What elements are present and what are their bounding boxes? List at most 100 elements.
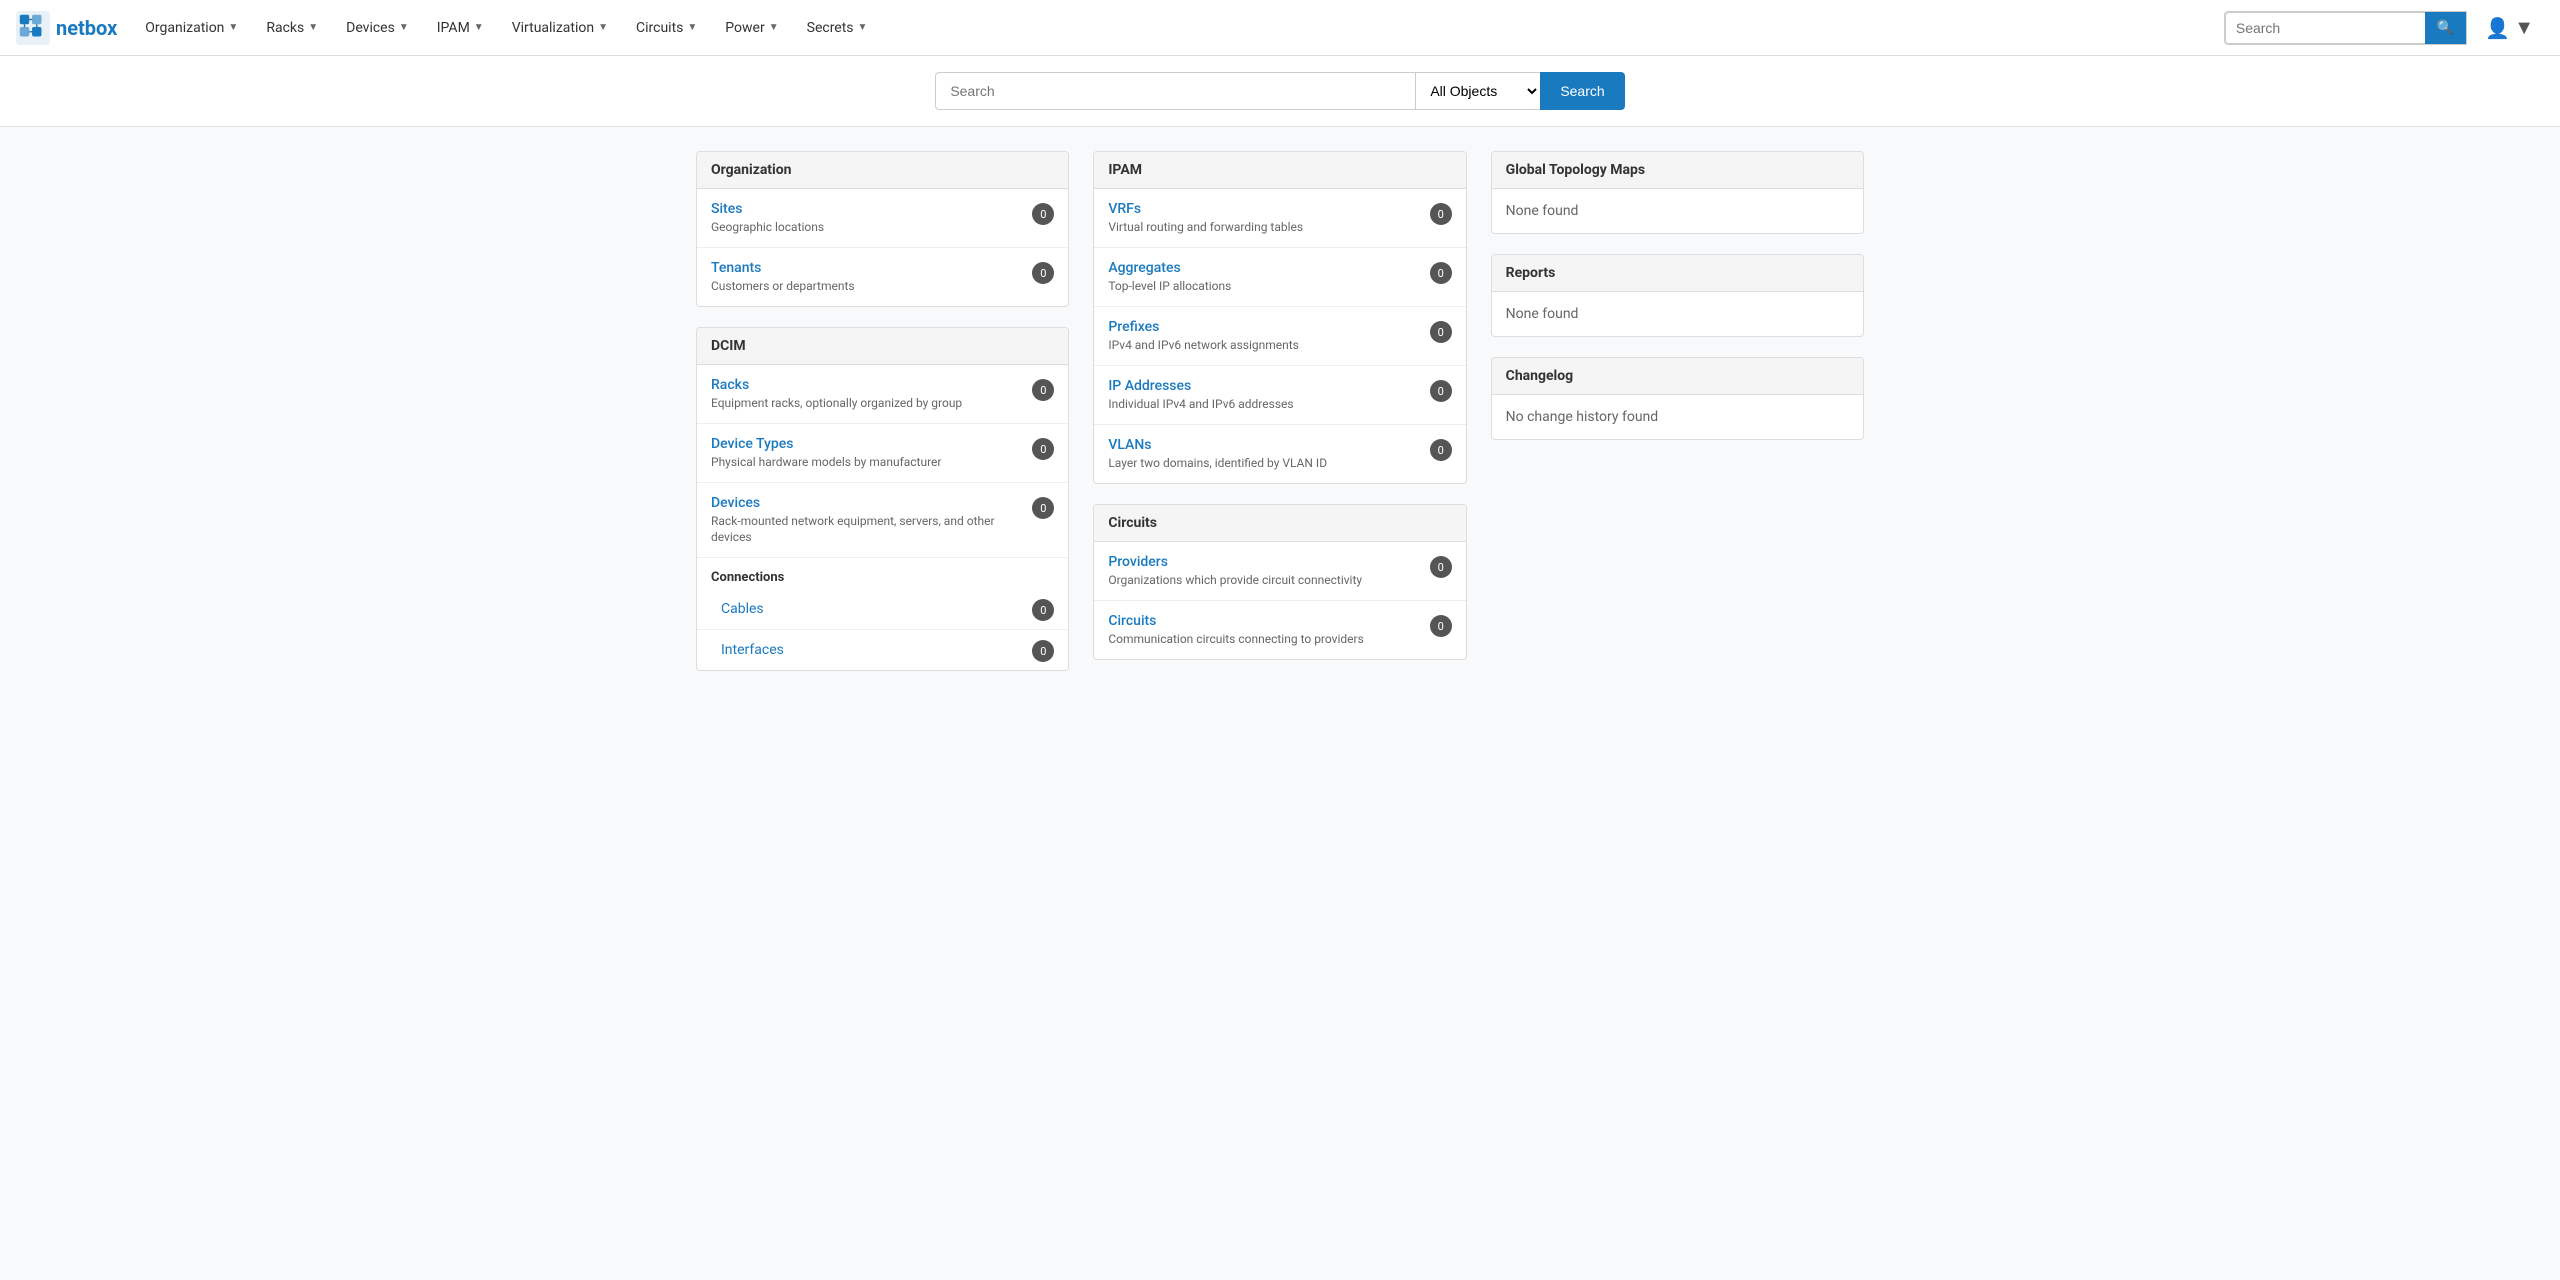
- vlans-link[interactable]: VLANs: [1108, 437, 1429, 453]
- interfaces-link[interactable]: Interfaces: [721, 642, 784, 658]
- dcim-body: Racks Equipment racks, optionally organi…: [697, 365, 1068, 670]
- tenants-badge: 0: [1032, 262, 1054, 284]
- prefixes-desc: IPv4 and IPv6 network assignments: [1108, 338, 1299, 352]
- devices-desc: Rack-mounted network equipment, servers,…: [711, 514, 995, 544]
- global-topology-header: Global Topology Maps: [1492, 152, 1863, 189]
- providers-link[interactable]: Providers: [1108, 554, 1429, 570]
- chevron-down-icon: ▼: [769, 22, 779, 33]
- vrfs-desc: Virtual routing and forwarding tables: [1108, 220, 1303, 234]
- racks-link[interactable]: Racks: [711, 377, 1032, 393]
- vlans-desc: Layer two domains, identified by VLAN ID: [1108, 456, 1327, 470]
- providers-badge: 0: [1430, 556, 1452, 578]
- list-item: Aggregates Top-level IP allocations 0: [1094, 248, 1465, 307]
- device-types-desc: Physical hardware models by manufacturer: [711, 455, 941, 469]
- organization-card: Organization Sites Geographic locations …: [696, 151, 1069, 307]
- nav-circuits[interactable]: Circuits ▼: [624, 0, 709, 56]
- list-item: Prefixes IPv4 and IPv6 network assignmen…: [1094, 307, 1465, 366]
- sites-desc: Geographic locations: [711, 220, 824, 234]
- ip-addresses-badge: 0: [1430, 380, 1452, 402]
- nav-racks[interactable]: Racks ▼: [254, 0, 330, 56]
- cables-badge: 0: [1032, 599, 1054, 621]
- organization-header: Organization: [697, 152, 1068, 189]
- navbar-search-button[interactable]: 🔍: [2425, 12, 2466, 44]
- racks-badge: 0: [1032, 379, 1054, 401]
- device-types-link[interactable]: Device Types: [711, 436, 1032, 452]
- changelog-card: Changelog No change history found: [1491, 357, 1864, 440]
- nav-devices[interactable]: Devices ▼: [334, 0, 421, 56]
- cables-link[interactable]: Cables: [721, 601, 764, 617]
- interfaces-badge: 0: [1032, 640, 1054, 662]
- user-caret: ▼: [2514, 15, 2534, 40]
- navbar-search-input[interactable]: [2225, 12, 2425, 44]
- chevron-down-icon: ▼: [474, 22, 484, 33]
- global-topology-body: None found: [1492, 189, 1863, 233]
- nav-secrets[interactable]: Secrets ▼: [795, 0, 880, 56]
- nav-organization[interactable]: Organization ▼: [133, 0, 250, 56]
- circuits-card: Circuits Providers Organizations which p…: [1093, 504, 1466, 660]
- right-column: Global Topology Maps None found Reports …: [1491, 151, 1864, 440]
- circuits-header: Circuits: [1094, 505, 1465, 542]
- user-menu[interactable]: 👤 ▼: [2475, 9, 2544, 46]
- chevron-down-icon: ▼: [399, 22, 409, 33]
- device-types-badge: 0: [1032, 438, 1054, 460]
- search-object-filter[interactable]: All Objects Sites Racks Devices Prefixes…: [1415, 72, 1540, 110]
- aggregates-link[interactable]: Aggregates: [1108, 260, 1429, 276]
- user-icon: 👤: [2485, 16, 2510, 40]
- prefixes-link[interactable]: Prefixes: [1108, 319, 1429, 335]
- search-icon: 🔍: [2437, 19, 2454, 36]
- vlans-badge: 0: [1430, 439, 1452, 461]
- vrfs-badge: 0: [1430, 203, 1452, 225]
- ipam-body: VRFs Virtual routing and forwarding tabl…: [1094, 189, 1465, 483]
- circuits-desc: Communication circuits connecting to pro…: [1108, 632, 1363, 646]
- tenants-link[interactable]: Tenants: [711, 260, 1032, 276]
- left-column: Organization Sites Geographic locations …: [696, 151, 1069, 671]
- devices-badge: 0: [1032, 497, 1054, 519]
- list-item: IP Addresses Individual IPv4 and IPv6 ad…: [1094, 366, 1465, 425]
- nav-virtualization[interactable]: Virtualization ▼: [500, 0, 620, 56]
- devices-link[interactable]: Devices: [711, 495, 1032, 511]
- aggregates-desc: Top-level IP allocations: [1108, 279, 1231, 293]
- aggregates-badge: 0: [1430, 262, 1452, 284]
- racks-desc: Equipment racks, optionally organized by…: [711, 396, 962, 410]
- dcim-header: DCIM: [697, 328, 1068, 365]
- chevron-down-icon: ▼: [858, 22, 868, 33]
- list-item: Circuits Communication circuits connecti…: [1094, 601, 1465, 659]
- main-content: Organization Sites Geographic locations …: [680, 151, 1880, 671]
- list-item: Devices Rack-mounted network equipment, …: [697, 483, 1068, 558]
- brand-logo[interactable]: netbox: [16, 11, 117, 45]
- vrfs-link[interactable]: VRFs: [1108, 201, 1429, 217]
- changelog-header: Changelog: [1492, 358, 1863, 395]
- list-item: VRFs Virtual routing and forwarding tabl…: [1094, 189, 1465, 248]
- list-item: Sites Geographic locations 0: [697, 189, 1068, 248]
- nav-power[interactable]: Power ▼: [713, 0, 790, 56]
- chevron-down-icon: ▼: [687, 22, 697, 33]
- brand-name: netbox: [56, 16, 117, 40]
- main-search-button[interactable]: Search: [1540, 72, 1624, 110]
- sites-link[interactable]: Sites: [711, 201, 1032, 217]
- search-bar-section: All Objects Sites Racks Devices Prefixes…: [0, 56, 2560, 127]
- main-search-input[interactable]: [935, 72, 1415, 110]
- list-item: Device Types Physical hardware models by…: [697, 424, 1068, 483]
- ipam-card: IPAM VRFs Virtual routing and forwarding…: [1093, 151, 1466, 484]
- reports-card: Reports None found: [1491, 254, 1864, 337]
- tenants-desc: Customers or departments: [711, 279, 855, 293]
- global-topology-card: Global Topology Maps None found: [1491, 151, 1864, 234]
- list-item: VLANs Layer two domains, identified by V…: [1094, 425, 1465, 483]
- prefixes-badge: 0: [1430, 321, 1452, 343]
- circuits-badge: 0: [1430, 615, 1452, 637]
- list-item: Tenants Customers or departments 0: [697, 248, 1068, 306]
- list-item: Cables 0: [697, 589, 1068, 630]
- organization-body: Sites Geographic locations 0 Tenants Cus…: [697, 189, 1068, 306]
- nav-ipam[interactable]: IPAM ▼: [425, 0, 496, 56]
- dcim-card: DCIM Racks Equipment racks, optionally o…: [696, 327, 1069, 671]
- chevron-down-icon: ▼: [228, 22, 238, 33]
- ip-addresses-desc: Individual IPv4 and IPv6 addresses: [1108, 397, 1293, 411]
- ipam-header: IPAM: [1094, 152, 1465, 189]
- list-item: Providers Organizations which provide ci…: [1094, 542, 1465, 601]
- chevron-down-icon: ▼: [598, 22, 608, 33]
- providers-desc: Organizations which provide circuit conn…: [1108, 573, 1362, 587]
- list-item: Interfaces 0: [697, 630, 1068, 670]
- circuits-body: Providers Organizations which provide ci…: [1094, 542, 1465, 659]
- ip-addresses-link[interactable]: IP Addresses: [1108, 378, 1429, 394]
- circuits-link[interactable]: Circuits: [1108, 613, 1429, 629]
